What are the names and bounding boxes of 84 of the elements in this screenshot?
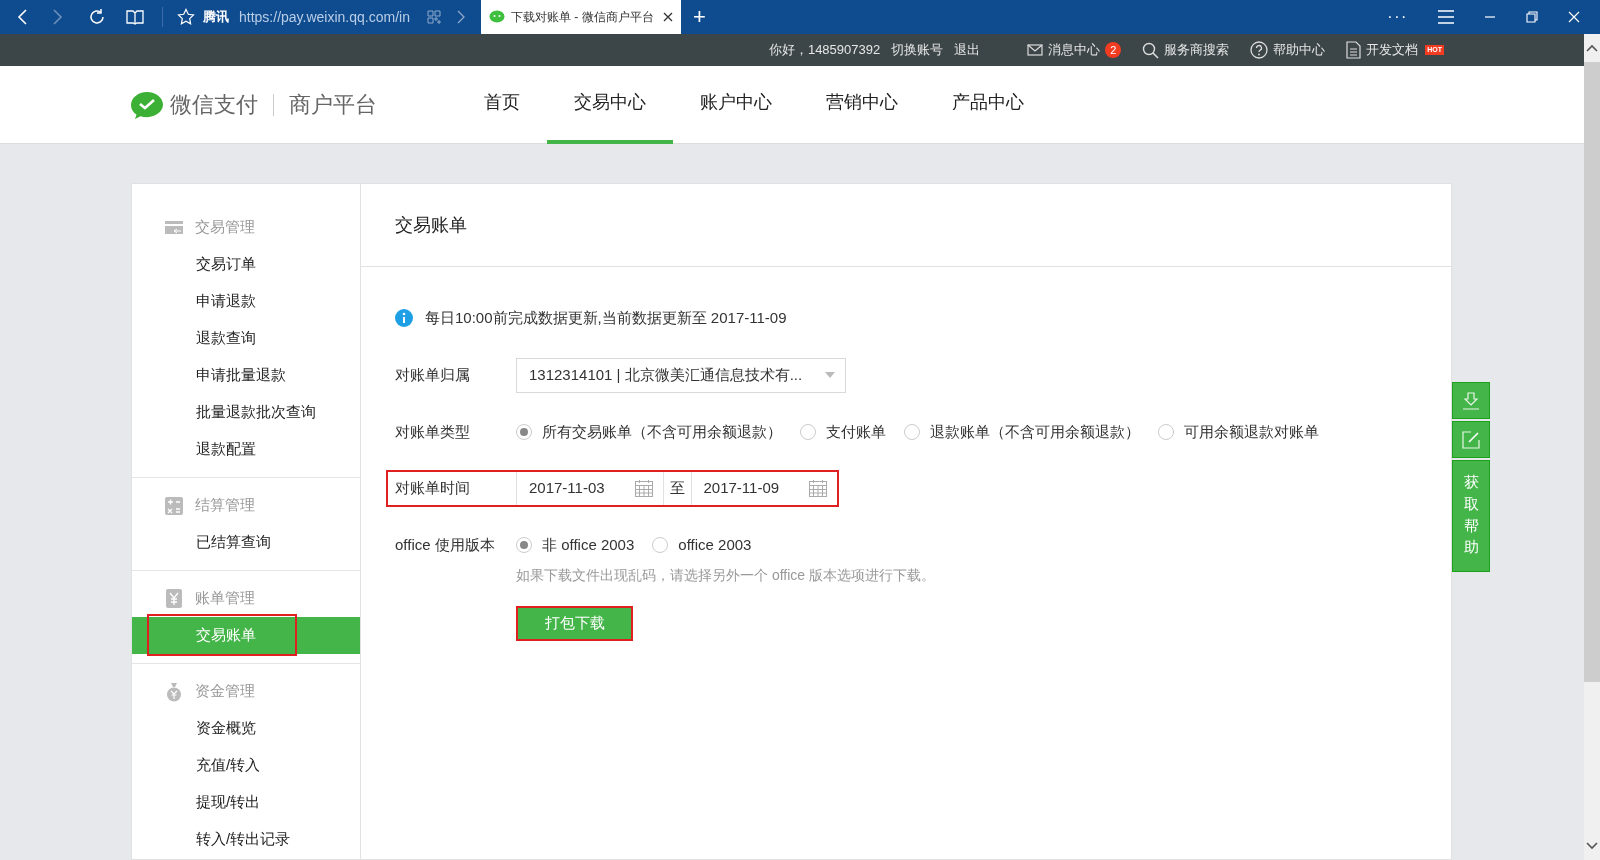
date-field[interactable]: 2017-11-03 [516, 472, 663, 505]
top-bar-link[interactable]: 切换账号 [891, 40, 944, 60]
radio-option[interactable]: 可用余额退款对账单 [1158, 420, 1319, 444]
book-icon[interactable] [126, 9, 144, 25]
sidebar-item[interactable]: 充值/转入 [132, 747, 360, 784]
top-bar-link[interactable]: 服务商搜索 [1142, 40, 1230, 60]
radio-option[interactable]: 支付账单 [800, 420, 886, 444]
calendar-icon [634, 480, 653, 497]
chevron-up-icon [1586, 44, 1598, 52]
edit-icon [1462, 430, 1480, 449]
hint-text: 如果下载文件出现乱码，请选择另外一个 office 版本选项进行下载。 [516, 566, 936, 585]
restore-icon[interactable] [1526, 11, 1538, 23]
date-field[interactable]: 2017-11-09 [690, 472, 837, 505]
field-label: 对账单类型 [395, 421, 471, 442]
search-icon [1142, 41, 1160, 59]
help-icon [1250, 41, 1269, 59]
download-tool-button[interactable] [1452, 382, 1490, 419]
sidebar-item[interactable]: 转入/转出记录 [132, 821, 360, 858]
sidebar-item[interactable]: 资金概览 [132, 710, 360, 747]
date-separator: 至 [662, 472, 691, 505]
chat-bubble-logo-icon [130, 89, 164, 120]
document-icon [1346, 41, 1362, 59]
top-bar-link[interactable]: 退出 [954, 40, 981, 60]
browser-tab[interactable]: 下载对账单 - 微信商户平台 [481, 0, 681, 34]
new-tab-button[interactable]: + [693, 6, 706, 28]
radio-option[interactable]: office 2003 [652, 533, 752, 557]
star-icon[interactable] [177, 8, 195, 26]
sidebar-item[interactable]: 申请批量退款 [132, 357, 360, 394]
logo-text: 微信支付 [170, 91, 258, 119]
group-title: 交易管理 [195, 217, 255, 238]
chevron-down-icon [1586, 842, 1598, 850]
sidebar-item[interactable]: 退款配置 [132, 431, 360, 468]
scrollbar-thumb[interactable] [1584, 62, 1600, 682]
radio-option[interactable]: 所有交易账单（不含可用余额退款） [516, 420, 782, 444]
field-label: 对账单归属 [395, 364, 471, 385]
sidebar-item[interactable]: 退款查询 [132, 320, 360, 357]
nav-tab[interactable]: 交易中心 [547, 65, 673, 144]
group-title: 结算管理 [195, 495, 255, 516]
caret-down-icon [825, 372, 835, 378]
nav-tab[interactable]: 营销中心 [799, 65, 925, 144]
feedback-tool-button[interactable] [1452, 421, 1490, 458]
site-name: 腾讯 [203, 8, 229, 27]
count-badge: 2 [1105, 42, 1122, 58]
calendar-icon [809, 480, 827, 497]
sidebar-item[interactable]: 批量退款批次查询 [132, 394, 360, 431]
sidebar-item[interactable]: 交易订单 [132, 246, 360, 283]
sidebar-item[interactable]: 已结算查询 [132, 524, 360, 561]
more-button[interactable]: ··· [1387, 9, 1408, 25]
top-bar-link[interactable]: 消息中心 2 [1027, 40, 1122, 60]
group-title: 账单管理 [195, 588, 255, 609]
menu-icon[interactable] [1438, 10, 1454, 24]
field-label: office 使用版本 [395, 534, 496, 555]
sidebar-item[interactable]: 提现/转出 [132, 784, 360, 821]
money-bag-icon [165, 681, 183, 702]
card-icon [165, 220, 183, 235]
sidebar-item[interactable]: 申请退款 [132, 283, 360, 320]
page-title: 交易账单 [395, 213, 467, 237]
yen-receipt-icon [165, 589, 183, 608]
greeting-text: 你好，1485907392 [768, 41, 881, 60]
mail-icon [1027, 43, 1044, 57]
info-icon [395, 309, 413, 327]
tab-title: 下载对账单 - 微信商户平台 [511, 9, 654, 26]
field-label: 对账单时间 [395, 478, 471, 499]
chevron-right-icon[interactable] [457, 10, 465, 24]
top-bar-link[interactable]: 帮助中心 [1250, 40, 1326, 60]
chat-bubble-icon [489, 10, 505, 24]
calculator-icon [165, 496, 183, 515]
nav-tab[interactable]: 账户中心 [673, 65, 799, 144]
radio-option[interactable]: 非 office 2003 [516, 533, 635, 557]
account-dropdown[interactable]: 1312314101 | 北京微美汇通信息技术有... [516, 357, 846, 393]
back-icon[interactable] [16, 8, 28, 26]
forward-icon[interactable] [52, 8, 64, 26]
nav-tab[interactable]: 产品中心 [925, 65, 1051, 144]
download-icon [1462, 391, 1480, 410]
nav-tab[interactable]: 首页 [457, 65, 547, 144]
refresh-icon[interactable] [88, 8, 106, 26]
address-url[interactable]: https://pay.weixin.qq.com/in [239, 6, 415, 28]
group-title: 资金管理 [195, 681, 255, 702]
scrollbar[interactable] [1584, 34, 1600, 860]
close-icon[interactable] [663, 12, 673, 22]
notice-text: 每日10:00前完成数据更新,当前数据更新至 2017-11-09 [425, 307, 787, 328]
radio-option[interactable]: 退款账单（不含可用余额退款） [904, 420, 1140, 444]
qr-code-icon[interactable] [427, 10, 441, 24]
platform-name: 商户平台 [289, 91, 377, 119]
